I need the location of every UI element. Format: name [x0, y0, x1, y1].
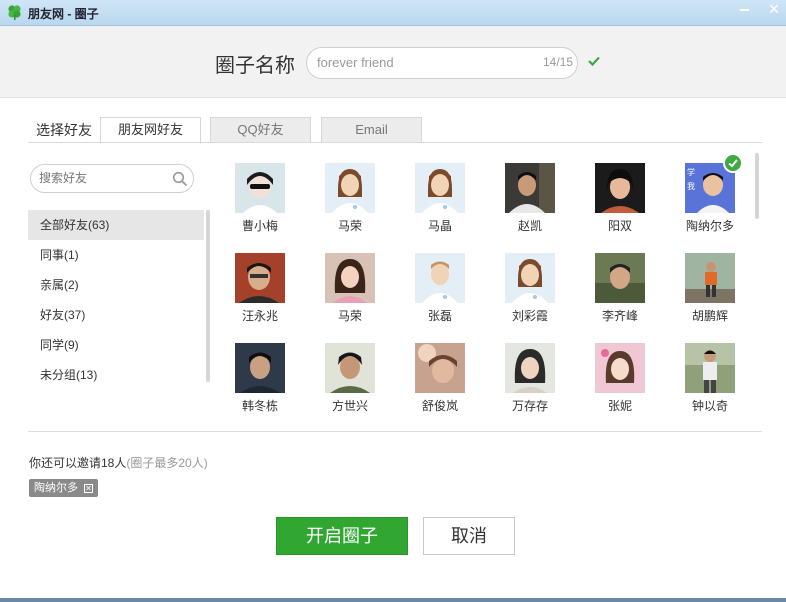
friend-card[interactable]: 方世兴: [310, 333, 390, 413]
selected-check-icon: [723, 153, 743, 173]
friend-name: 马荣: [337, 309, 362, 323]
circle-name-field[interactable]: [306, 47, 578, 79]
friend-card[interactable]: 钟以奇: [670, 333, 750, 413]
svg-text:学: 学: [687, 167, 695, 177]
cancel-button[interactable]: 取消: [423, 517, 515, 555]
tab-pengyou-friends[interactable]: 朋友网好友: [100, 117, 201, 144]
avatar: [415, 343, 465, 393]
friend-name: 马荣: [337, 219, 362, 233]
avatar: [325, 163, 375, 213]
friend-name: 李齐峰: [601, 309, 638, 323]
tab-qq-friends[interactable]: QQ好友: [210, 117, 311, 143]
friend-card[interactable]: 刘彩霞: [490, 243, 570, 323]
minimize-button[interactable]: [730, 0, 758, 20]
selected-friend-chip: 陶纳尔多 ✕: [29, 479, 98, 497]
friend-card[interactable]: 赵凯: [490, 153, 570, 233]
friend-card[interactable]: 学我 陶纳尔多: [670, 153, 750, 233]
group-list-scrollbar[interactable]: [206, 210, 210, 382]
friend-grid: 曹小梅 马荣 马晶 赵凯 阳双 学我 陶纳尔多 汪永兆 马荣 张磊 刘彩霞 李齐…: [220, 153, 750, 421]
friend-name: 钟以奇: [691, 399, 728, 413]
svg-text:我: 我: [687, 181, 695, 191]
start-circle-button[interactable]: 开启圈子: [276, 517, 408, 555]
friend-search[interactable]: [30, 164, 194, 193]
title-bar: 朋友网 - 圈子 ✕: [0, 0, 786, 26]
friend-card[interactable]: 李齐峰: [580, 243, 660, 323]
window-bottom-edge: [0, 598, 786, 602]
friend-name: 韩冬栋: [241, 399, 278, 413]
close-button[interactable]: ✕: [760, 0, 786, 20]
close-icon: ✕: [768, 1, 780, 17]
avatar: [325, 343, 375, 393]
friend-card[interactable]: 阳双: [580, 153, 660, 233]
avatar: [325, 253, 375, 303]
select-friends-label: 选择好友: [36, 122, 92, 138]
search-icon[interactable]: [172, 171, 188, 187]
avatar: [595, 163, 645, 213]
minimize-icon: [739, 9, 749, 11]
friend-name: 陶纳尔多: [685, 219, 734, 233]
friend-name: 张妮: [607, 399, 632, 413]
tab-divider: [28, 142, 762, 143]
avatar: [505, 163, 555, 213]
group-item-classmates[interactable]: 同学(9): [28, 330, 204, 360]
avatar: [235, 163, 285, 213]
group-item-friends[interactable]: 好友(37): [28, 300, 204, 330]
friend-name: 马晶: [427, 219, 452, 233]
avatar: [415, 253, 465, 303]
friend-card[interactable]: 曹小梅: [220, 153, 300, 233]
search-input[interactable]: [39, 171, 167, 185]
avatar: [595, 343, 645, 393]
group-list: 全部好友(63) 同事(1) 亲属(2) 好友(37) 同学(9) 未分组(13…: [28, 210, 204, 390]
invite-info: 你还可以邀请18人(圈子最多20人): [29, 454, 208, 471]
avatar: [235, 253, 285, 303]
friend-card[interactable]: 马荣: [310, 243, 390, 323]
friend-name: 张磊: [427, 309, 452, 323]
avatar: [235, 343, 285, 393]
avatar: [415, 163, 465, 213]
friend-name: 胡鹏辉: [691, 309, 728, 323]
avatar: [595, 253, 645, 303]
group-item-relatives[interactable]: 亲属(2): [28, 270, 204, 300]
friend-grid-scrollbar[interactable]: [755, 153, 759, 219]
clover-logo-icon: [8, 5, 21, 20]
window-title: 朋友网 - 圈子: [28, 7, 99, 21]
check-icon: [588, 56, 600, 67]
friend-name: 万存存: [511, 399, 548, 413]
invite-limit-note: (圈子最多20人): [126, 456, 208, 470]
friend-name: 赵凯: [517, 219, 542, 233]
friend-card[interactable]: 汪永兆: [220, 243, 300, 323]
circle-name-label: 圈子名称: [215, 55, 295, 77]
friend-name: 汪永兆: [241, 309, 278, 323]
char-count: 14/15: [543, 55, 574, 69]
group-item-colleagues[interactable]: 同事(1): [28, 240, 204, 270]
group-item-ungrouped[interactable]: 未分组(13): [28, 360, 204, 390]
group-item-all[interactable]: 全部好友(63): [28, 210, 204, 240]
avatar: [685, 253, 735, 303]
avatar: [685, 343, 735, 393]
remove-icon[interactable]: ✕: [84, 483, 93, 493]
friend-name: 曹小梅: [241, 219, 278, 233]
friend-name: 刘彩霞: [511, 309, 548, 323]
friend-card[interactable]: 马晶: [400, 153, 480, 233]
circle-name-input[interactable]: [317, 55, 517, 70]
friend-name: 阳双: [607, 219, 632, 233]
friend-card[interactable]: 张磊: [400, 243, 480, 323]
section-divider: [28, 431, 762, 432]
friend-card[interactable]: 韩冬栋: [220, 333, 300, 413]
avatar: [505, 343, 555, 393]
circle-name-header: 圈子名称 14/15: [0, 26, 786, 98]
avatar: [505, 253, 555, 303]
friend-card[interactable]: 万存存: [490, 333, 570, 413]
friend-card[interactable]: 胡鹏辉: [670, 243, 750, 323]
chip-label: 陶纳尔多: [34, 482, 78, 494]
friend-name: 方世兴: [331, 399, 368, 413]
friend-card[interactable]: 舒俊岚: [400, 333, 480, 413]
friend-name: 舒俊岚: [421, 399, 458, 413]
friend-card[interactable]: 张妮: [580, 333, 660, 413]
tab-email[interactable]: Email: [321, 117, 422, 143]
friend-card[interactable]: 马荣: [310, 153, 390, 233]
invite-count-text: 你还可以邀请18人: [29, 456, 127, 470]
